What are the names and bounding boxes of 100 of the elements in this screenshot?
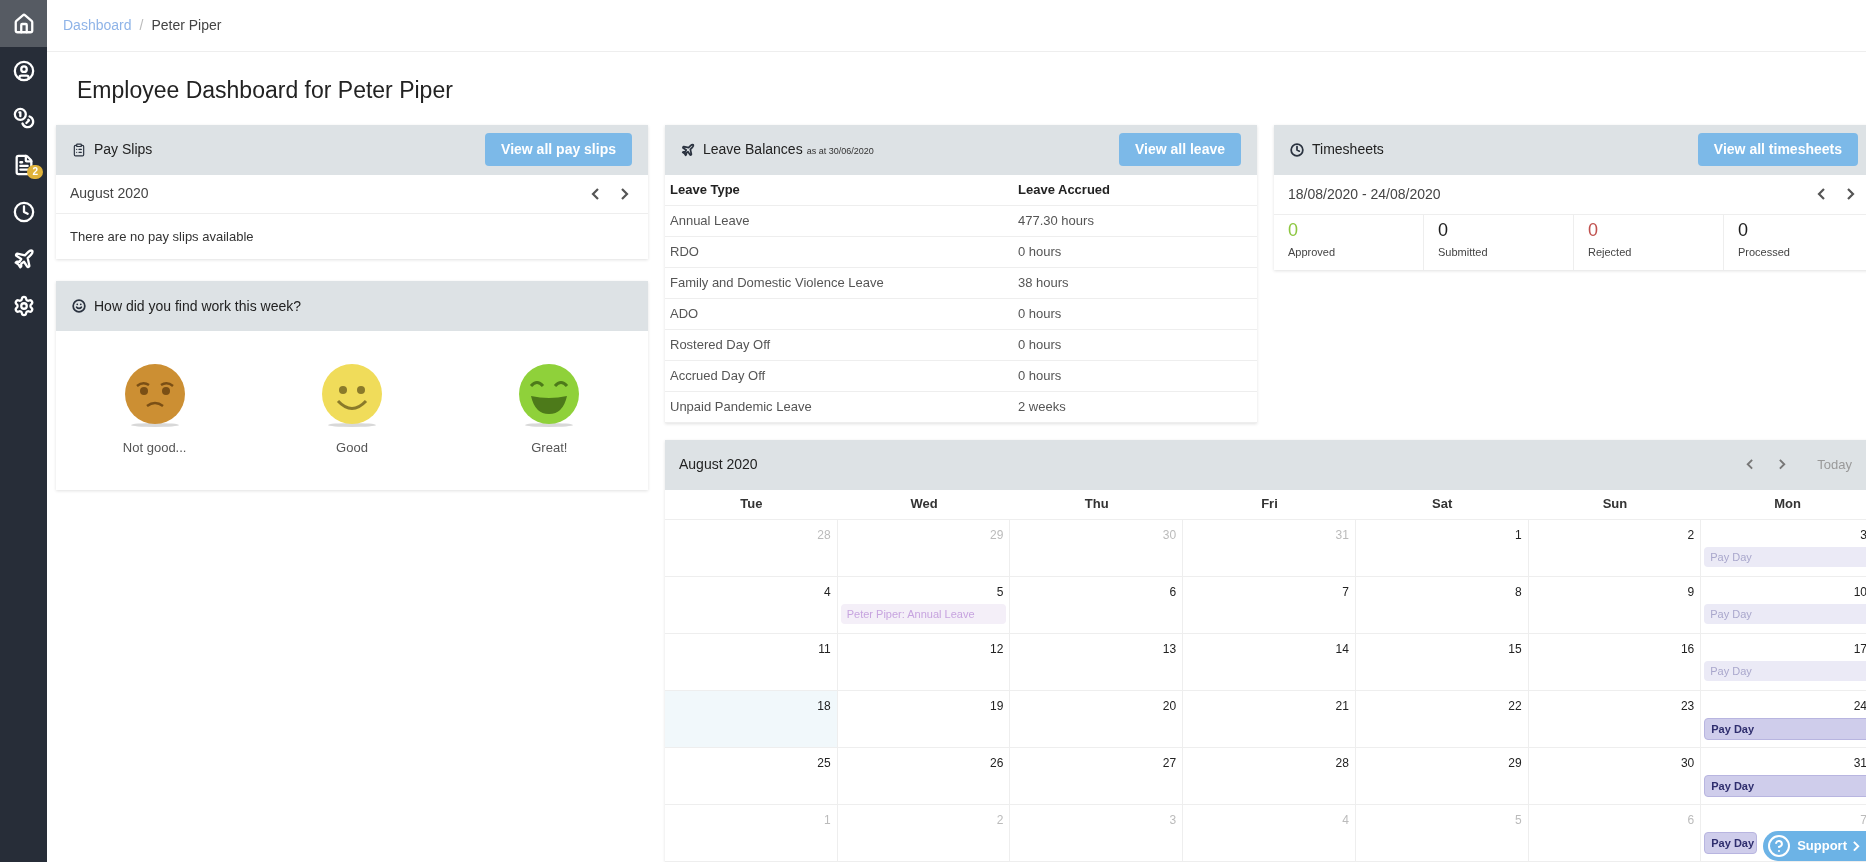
mood-label: Good xyxy=(336,439,368,457)
day-number: 7 xyxy=(1860,811,1866,829)
panel-title: Pay Slips xyxy=(94,140,153,159)
face-icon[interactable] xyxy=(320,364,384,428)
stat-value: 0 xyxy=(1288,218,1299,242)
sidebar-item[interactable] xyxy=(0,0,47,47)
empty-message: There are no pay slips available xyxy=(69,227,255,246)
day-number: 16 xyxy=(1680,640,1696,658)
help-icon xyxy=(1767,834,1792,858)
day-number: 28 xyxy=(1335,754,1350,772)
sidebar-item[interactable]: 2 xyxy=(0,141,47,188)
breadcrumb-current: Peter Piper xyxy=(151,16,222,35)
day-number: 2 xyxy=(996,811,1005,829)
view-all-button[interactable]: View all timesheets xyxy=(1697,133,1858,166)
day-number: 11 xyxy=(818,640,832,658)
stat-label: Rejected xyxy=(1588,244,1633,260)
weekday-header: Fri xyxy=(1260,495,1279,514)
day-number: 27 xyxy=(1162,754,1178,772)
smiley-icon xyxy=(72,299,86,313)
weekday-header: Sat xyxy=(1431,495,1454,514)
plane-icon xyxy=(12,247,35,270)
table-cell-text: Family and Domestic Violence Leave xyxy=(670,273,885,292)
table-cell-text: 0 hours xyxy=(1018,242,1063,261)
home-icon xyxy=(12,12,35,35)
stat-label: Processed xyxy=(1738,244,1791,260)
table-cell-text: ADO xyxy=(670,304,700,323)
count-badge: 2 xyxy=(27,165,43,179)
stat-label: Approved xyxy=(1288,244,1337,260)
day-number: 12 xyxy=(990,640,1005,658)
table-cell-text: 2 weeks xyxy=(1018,397,1067,416)
calendar-event[interactable]: Pay Day xyxy=(1704,831,1758,854)
day-number: 31 xyxy=(1335,526,1350,544)
view-all-button[interactable]: View all leave xyxy=(1118,133,1241,166)
table-cell-text: 38 hours xyxy=(1018,273,1070,292)
table-cell-text: 0 hours xyxy=(1018,335,1063,354)
chevron-right-icon xyxy=(1847,188,1855,200)
table-cell-text: Rostered Day Off xyxy=(670,335,772,354)
calendar-event[interactable]: Pay Day xyxy=(1704,660,1866,681)
period-label: August 2020 xyxy=(70,184,149,203)
chevron-left-icon xyxy=(1746,459,1754,470)
table-cell-text: Accrued Day Off xyxy=(670,366,767,385)
day-number: 20 xyxy=(1162,697,1178,715)
day-number: 4 xyxy=(824,583,832,601)
day-number: 29 xyxy=(1508,754,1523,772)
clock-icon xyxy=(12,200,35,223)
table-cell-text: RDO xyxy=(670,242,700,261)
day-number: 8 xyxy=(1514,583,1523,601)
panel-title: Timesheets xyxy=(1312,140,1384,159)
day-number: 18 xyxy=(817,697,832,715)
face-icon[interactable] xyxy=(122,364,187,428)
calendar-title: August 2020 xyxy=(679,455,758,474)
weekday-header: Thu xyxy=(1083,495,1110,514)
day-number: 6 xyxy=(1169,583,1178,601)
as-at-date: as at 30/06/2020 xyxy=(806,145,874,158)
panel-title: Leave Balances xyxy=(703,140,803,159)
day-number: 31 xyxy=(1853,754,1866,772)
face-icon[interactable] xyxy=(517,364,582,428)
calendar-event[interactable]: Pay Day xyxy=(1704,546,1866,567)
calendar-event[interactable]: Pay Day xyxy=(1704,774,1866,797)
day-number: 1 xyxy=(824,811,832,829)
day-number: 23 xyxy=(1680,697,1696,715)
calendar-event[interactable]: Pay Day xyxy=(1704,717,1866,740)
day-number: 28 xyxy=(817,526,832,544)
day-number: 7 xyxy=(1342,583,1350,601)
stat-value: 0 xyxy=(1588,218,1599,242)
table-cell-text: 0 hours xyxy=(1018,304,1063,323)
day-number: 24 xyxy=(1853,697,1866,715)
day-number: 3 xyxy=(1860,526,1866,544)
weekday-header: Mon xyxy=(1773,495,1802,514)
day-number: 21 xyxy=(1335,697,1350,715)
day-number: 10 xyxy=(1853,583,1866,601)
breadcrumb-separator: / xyxy=(139,16,144,35)
support-button[interactable]: Support xyxy=(1763,831,1866,861)
view-all-button[interactable]: View all pay slips xyxy=(485,133,632,166)
calendar-event[interactable]: Pay Day xyxy=(1704,603,1866,624)
chevron-right-icon xyxy=(1779,459,1787,470)
day-number: 29 xyxy=(990,526,1005,544)
table-cell-text: Annual Leave xyxy=(670,211,751,230)
chevron-right-icon xyxy=(1853,840,1860,852)
mood-label: Not good... xyxy=(122,439,187,457)
day-number: 6 xyxy=(1687,811,1696,829)
stat-value: 0 xyxy=(1738,218,1749,242)
day-number: 25 xyxy=(817,754,832,772)
day-number: 13 xyxy=(1162,640,1178,658)
chevron-left-icon xyxy=(591,187,599,200)
column-header: Leave Accrued xyxy=(1018,180,1111,199)
chevron-left-icon xyxy=(1817,188,1825,200)
today-button[interactable]: Today xyxy=(1809,454,1860,475)
weekday-header: Tue xyxy=(739,495,764,514)
clock-icon xyxy=(1290,142,1304,157)
day-number: 26 xyxy=(990,754,1005,772)
today-cell[interactable]: 18 xyxy=(665,690,838,747)
calendar-event[interactable]: Peter Piper: Annual Leave xyxy=(840,603,1007,624)
day-number: 1 xyxy=(1514,526,1523,544)
breadcrumb-link[interactable]: Dashboard xyxy=(63,15,132,36)
day-number: 17 xyxy=(1853,640,1866,658)
day-number: 22 xyxy=(1508,697,1523,715)
table-cell-text: Unpaid Pandemic Leave xyxy=(670,397,813,416)
day-number: 2 xyxy=(1687,526,1696,544)
column-header: Leave Type xyxy=(670,180,741,199)
